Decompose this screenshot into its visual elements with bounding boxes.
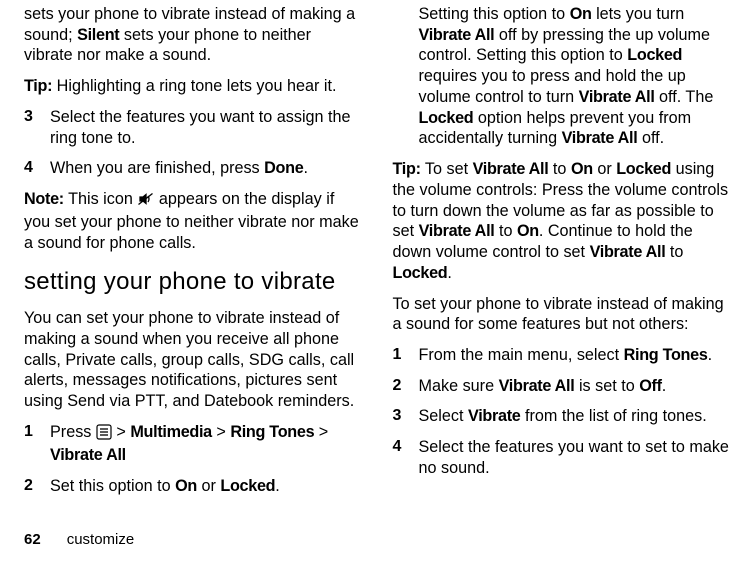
bold-term: Done bbox=[264, 159, 303, 177]
text: off. bbox=[637, 129, 664, 147]
page-number: 62 bbox=[24, 531, 41, 548]
bold-term: Vibrate All bbox=[50, 446, 126, 464]
tip-label: Tip: bbox=[24, 77, 52, 95]
bold-term: Vibrate All bbox=[579, 88, 655, 106]
text: from the list of ring tones. bbox=[521, 407, 707, 425]
text: to bbox=[548, 160, 571, 178]
text: lets you turn bbox=[592, 5, 685, 23]
text: . bbox=[662, 377, 667, 395]
text: . bbox=[708, 346, 713, 364]
bold-term: Vibrate All bbox=[590, 243, 666, 261]
step-1: 1 From the main menu, select Ring Tones. bbox=[393, 345, 730, 366]
step-text: Select the features you want to set to m… bbox=[419, 437, 730, 478]
text: > bbox=[212, 423, 230, 441]
note-paragraph: Note: This icon appears on the display i… bbox=[24, 189, 361, 253]
section-heading: setting your phone to vibrate bbox=[24, 267, 361, 298]
step-text: Select Vibrate from the list of ring ton… bbox=[419, 406, 730, 427]
step-text: From the main menu, select Ring Tones. bbox=[419, 345, 730, 366]
text: Setting this option to bbox=[419, 5, 570, 23]
bold-term: On bbox=[517, 222, 539, 240]
text: Select bbox=[419, 407, 469, 425]
step-text: Make sure Vibrate All is set to Off. bbox=[419, 376, 730, 397]
text: This icon bbox=[64, 190, 137, 208]
bold-term: Locked bbox=[393, 264, 448, 282]
step-number: 4 bbox=[24, 158, 50, 178]
bold-term: Locked bbox=[616, 160, 671, 178]
step-text: Press > Multimedia > Ring Tones > Vibrat… bbox=[50, 422, 361, 466]
step-number: 3 bbox=[393, 406, 419, 426]
bold-term: Vibrate All bbox=[419, 222, 495, 240]
text: > bbox=[112, 423, 130, 441]
right-column: Setting this option to On lets you turn … bbox=[393, 4, 730, 520]
bold-term: Off bbox=[639, 377, 661, 395]
tip-paragraph: Tip: To set Vibrate All to On or Locked … bbox=[393, 159, 730, 283]
step-4: 4 When you are finished, press Done. bbox=[24, 158, 361, 179]
step-text: Select the features you want to assign t… bbox=[50, 107, 361, 148]
text: Set this option to bbox=[50, 477, 175, 495]
step-number: 2 bbox=[393, 376, 419, 396]
body-text: You can set your phone to vibrate instea… bbox=[24, 308, 361, 412]
text: From the main menu, select bbox=[419, 346, 624, 364]
body-text: sets your phone to vibrate instead of ma… bbox=[24, 4, 361, 66]
body-text: Setting this option to On lets you turn … bbox=[393, 4, 730, 149]
step-2: 2 Set this option to On or Locked. bbox=[24, 476, 361, 497]
bold-term: Vibrate bbox=[468, 407, 521, 425]
bold-term: Vibrate All bbox=[499, 377, 575, 395]
step-number: 4 bbox=[393, 437, 419, 457]
tip-paragraph: Tip: Highlighting a ring tone lets you h… bbox=[24, 76, 361, 97]
step-number: 1 bbox=[24, 422, 50, 442]
bold-term: On bbox=[571, 160, 593, 178]
bold-term: Locked bbox=[220, 477, 275, 495]
bold-term: Silent bbox=[77, 26, 119, 44]
text: Highlighting a ring tone lets you hear i… bbox=[52, 77, 336, 95]
menu-key-icon bbox=[96, 424, 112, 446]
step-number: 3 bbox=[24, 107, 50, 127]
bold-term: On bbox=[175, 477, 197, 495]
text: Make sure bbox=[419, 377, 499, 395]
page-footer: 62 customize bbox=[24, 531, 134, 548]
footer-section-label: customize bbox=[67, 531, 135, 548]
step-3: 3 Select the features you want to assign… bbox=[24, 107, 361, 148]
text: . bbox=[275, 477, 280, 495]
text: is set to bbox=[574, 377, 639, 395]
no-sound-icon bbox=[137, 191, 154, 212]
text: To set bbox=[421, 160, 473, 178]
text: or bbox=[593, 160, 616, 178]
note-label: Note: bbox=[24, 190, 64, 208]
text: off. The bbox=[655, 88, 714, 106]
step-text: Set this option to On or Locked. bbox=[50, 476, 361, 497]
bold-term: Locked bbox=[627, 46, 682, 64]
bold-term: Vibrate All bbox=[473, 160, 549, 178]
step-1: 1 Press > Multimedia > Ring Tones > Vibr… bbox=[24, 422, 361, 466]
step-number: 2 bbox=[24, 476, 50, 496]
text: . bbox=[303, 159, 308, 177]
step-4: 4 Select the features you want to set to… bbox=[393, 437, 730, 478]
page-content: sets your phone to vibrate instead of ma… bbox=[0, 0, 753, 520]
step-3: 3 Select Vibrate from the list of ring t… bbox=[393, 406, 730, 427]
step-text: When you are finished, press Done. bbox=[50, 158, 361, 179]
bold-term: Vibrate All bbox=[562, 129, 638, 147]
text: When you are finished, press bbox=[50, 159, 264, 177]
bold-term: Ring Tones bbox=[624, 346, 708, 364]
step-2: 2 Make sure Vibrate All is set to Off. bbox=[393, 376, 730, 397]
text: to bbox=[494, 222, 517, 240]
bold-term: Vibrate All bbox=[419, 26, 495, 44]
body-text: To set your phone to vibrate instead of … bbox=[393, 294, 730, 335]
bold-term: Multimedia bbox=[130, 423, 212, 441]
text: to bbox=[665, 243, 683, 261]
text: . bbox=[447, 264, 452, 282]
bold-term: On bbox=[570, 5, 592, 23]
bold-term: Ring Tones bbox=[230, 423, 314, 441]
text: Press bbox=[50, 423, 96, 441]
left-column: sets your phone to vibrate instead of ma… bbox=[24, 4, 361, 520]
step-number: 1 bbox=[393, 345, 419, 365]
text: or bbox=[197, 477, 220, 495]
tip-label: Tip: bbox=[393, 160, 421, 178]
text: > bbox=[314, 423, 328, 441]
bold-term: Locked bbox=[419, 109, 474, 127]
